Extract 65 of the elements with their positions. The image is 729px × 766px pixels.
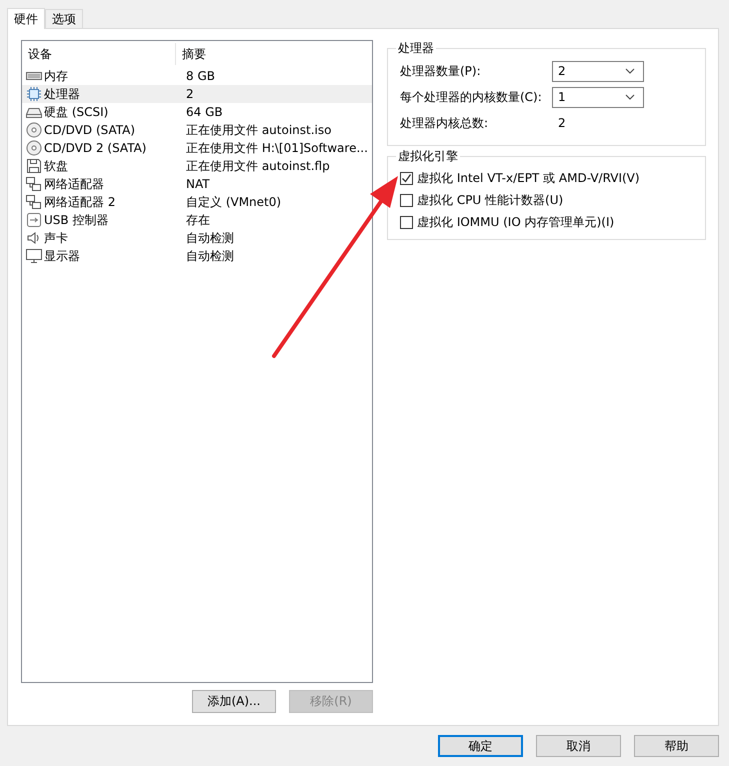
group-title: 虚拟化引擎 — [397, 148, 459, 165]
chevron-down-icon — [625, 68, 635, 74]
dialog-button[interactable]: 取消 — [536, 735, 621, 757]
device-row[interactable]: CD/DVD (SATA) 正在使用文件 autoinst.iso — [22, 121, 372, 139]
device-summary: 自动检测 — [185, 248, 235, 264]
device-row[interactable]: USB 控制器 存在 — [22, 211, 372, 229]
device-summary: 正在使用文件 autoinst.flp — [185, 158, 331, 174]
device-row[interactable]: 网络适配器 NAT — [22, 175, 372, 193]
device-name: USB 控制器 — [44, 212, 108, 228]
disc-icon — [26, 122, 42, 138]
device-name: 硬盘 (SCSI) — [44, 104, 108, 120]
network-icon — [26, 194, 42, 210]
device-summary: 自定义 (VMnet0) — [185, 194, 282, 210]
device-summary: 存在 — [185, 212, 211, 228]
checkbox-label: 虚拟化 Intel VT-x/EPT 或 AMD-V/RVI(V) — [417, 170, 640, 186]
chevron-down-icon — [625, 94, 635, 100]
device-row[interactable]: CD/DVD 2 (SATA) 正在使用文件 H:\[01]Software... — [22, 139, 372, 157]
checkbox[interactable] — [400, 194, 413, 206]
usb-icon — [26, 212, 42, 228]
tab[interactable]: 选项 — [45, 9, 83, 28]
add-button[interactable]: 添加(A)... — [192, 690, 276, 713]
device-name: 处理器 — [44, 86, 80, 102]
device-name: CD/DVD 2 (SATA) — [44, 141, 146, 155]
device-name: 显示器 — [44, 248, 80, 264]
device-summary: NAT — [185, 177, 211, 191]
device-row[interactable]: 硬盘 (SCSI) 64 GB — [22, 103, 372, 121]
monitor-icon — [26, 248, 42, 264]
chip-icon — [26, 86, 42, 102]
device-name: 网络适配器 — [44, 176, 104, 192]
checkbox[interactable] — [400, 172, 413, 184]
device-name: CD/DVD (SATA) — [44, 123, 136, 137]
device-summary: 8 GB — [185, 69, 216, 83]
checkbox-label: 虚拟化 CPU 性能计数器(U) — [417, 192, 564, 208]
tab[interactable]: 硬件 — [7, 8, 45, 29]
device-summary: 64 GB — [185, 105, 224, 119]
device-name: 网络适配器 2 — [44, 194, 116, 210]
field-label: 处理器数量(P): — [400, 62, 482, 80]
field-label: 每个处理器的内核数量(C): — [400, 88, 543, 106]
device-summary: 正在使用文件 H:\[01]Software... — [185, 140, 369, 156]
device-summary: 正在使用文件 autoinst.iso — [185, 122, 332, 138]
column-header[interactable]: 摘要 — [176, 43, 372, 65]
column-header[interactable]: 设备 — [22, 43, 176, 65]
device-summary: 2 — [185, 87, 195, 101]
dialog-button[interactable]: 帮助 — [634, 735, 719, 757]
device-summary: 自动检测 — [185, 230, 235, 246]
disc-icon — [26, 140, 42, 156]
device-name: 内存 — [44, 68, 68, 84]
checkbox-label: 虚拟化 IOMMU (IO 内存管理单元)(I) — [417, 214, 614, 230]
field-label: 处理器内核总数: — [400, 114, 490, 132]
device-row[interactable]: 处理器 2 — [22, 85, 372, 103]
dropdown[interactable]: 2 — [552, 60, 644, 82]
total-value: 2 — [557, 116, 566, 130]
checkbox[interactable] — [400, 216, 413, 228]
device-name: 声卡 — [44, 230, 68, 246]
network-icon — [26, 176, 42, 192]
device-row[interactable]: 显示器 自动检测 — [22, 247, 372, 265]
device-name: 软盘 — [44, 158, 68, 174]
device-row[interactable]: 内存 8 GB — [22, 67, 372, 85]
device-row[interactable]: 声卡 自动检测 — [22, 229, 372, 247]
device-row[interactable]: 网络适配器 2 自定义 (VMnet0) — [22, 193, 372, 211]
floppy-icon — [26, 158, 42, 174]
device-row[interactable]: 软盘 正在使用文件 autoinst.flp — [22, 157, 372, 175]
group-title: 处理器 — [397, 40, 435, 57]
dialog-button[interactable]: 确定 — [438, 735, 523, 757]
dropdown[interactable]: 1 — [552, 86, 644, 108]
